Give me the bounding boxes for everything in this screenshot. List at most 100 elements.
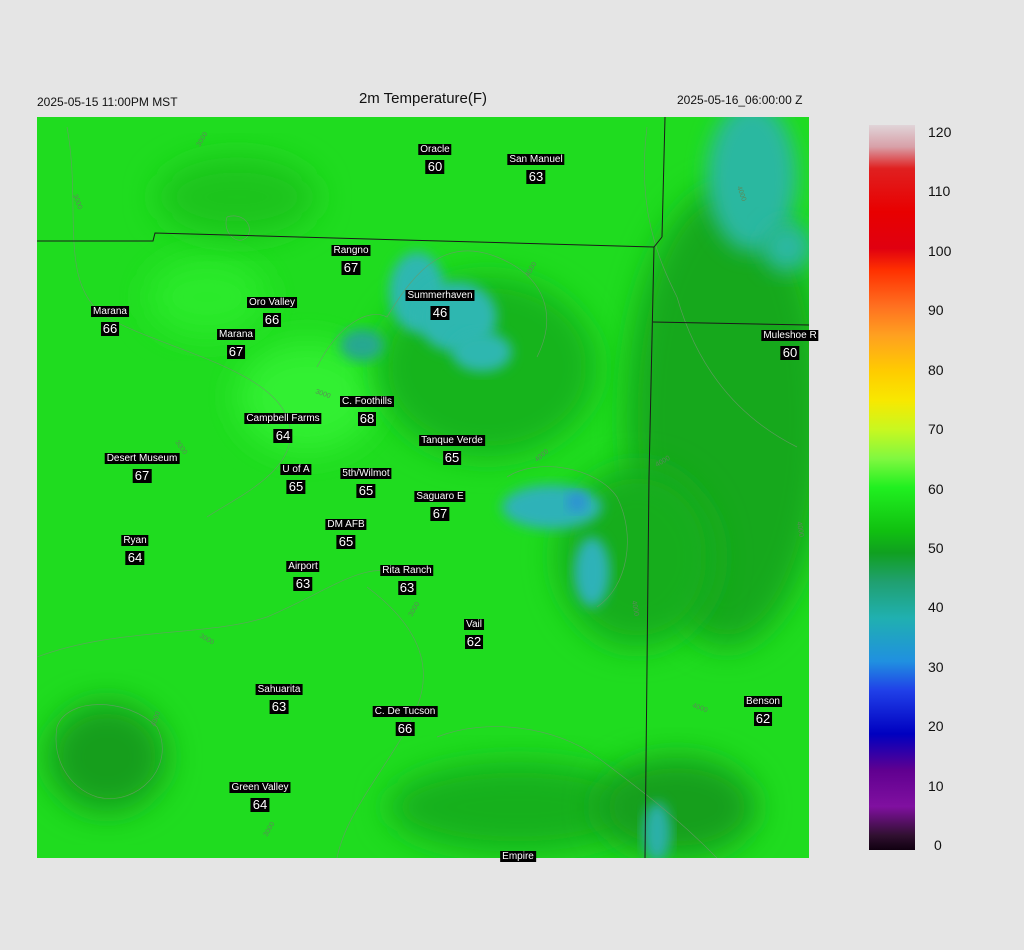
- station-name: Oracle: [418, 144, 452, 155]
- station-c-de-tucson: C. De Tucson 66: [372, 701, 438, 736]
- station-marana-west: Marana 66: [91, 301, 129, 336]
- scale-tick: 50: [928, 540, 944, 556]
- station-temp: 63: [397, 580, 417, 595]
- cool-zone: [452, 332, 512, 372]
- station-temp: 66: [262, 312, 282, 327]
- station-name: Rita Ranch: [380, 565, 434, 576]
- station-vail: Vail 62: [464, 614, 484, 649]
- color-scale-gradient: [869, 125, 915, 850]
- valid-time: 2025-05-16_06:00:00 Z: [677, 93, 803, 107]
- station-temp: 65: [286, 479, 306, 494]
- station-name: C. Foothills: [339, 396, 395, 407]
- station-temp: 64: [250, 797, 270, 812]
- station-name: Marana: [91, 306, 129, 317]
- station-name: Vail: [464, 619, 484, 630]
- station-dm-afb: DM AFB 65: [325, 514, 367, 549]
- scale-tick: 90: [928, 302, 944, 318]
- station-temp: 63: [293, 576, 313, 591]
- scale-tick: 0: [934, 837, 942, 853]
- station-rita-ranch: Rita Ranch 63: [380, 560, 434, 595]
- station-name: 5th/Wilmot: [340, 468, 392, 479]
- station-saguaro-e: Saguaro E 67: [414, 486, 466, 521]
- dark-zone: [597, 757, 757, 857]
- station-name: Tanque Verde: [419, 435, 485, 446]
- station-green-valley: Green Valley 64: [229, 777, 291, 812]
- station-name: Desert Museum: [104, 453, 180, 464]
- cold-spot: [567, 492, 587, 512]
- station-temp: 64: [273, 428, 293, 443]
- scale-tick: 100: [928, 243, 952, 259]
- cool-zone: [502, 485, 602, 529]
- station-name: C. De Tucson: [372, 706, 438, 717]
- station-temp: 63: [269, 699, 289, 714]
- station-oro-valley: Oro Valley 66: [247, 292, 297, 327]
- scale-tick: 40: [928, 599, 944, 615]
- station-5th-wilmot: 5th/Wilmot 65: [340, 463, 392, 498]
- scale-tick: 120: [928, 124, 952, 140]
- station-campbell-farms: Campbell Farms 64: [244, 408, 322, 443]
- station-name: San Manuel: [507, 154, 565, 165]
- scale-tick: 20: [928, 718, 944, 734]
- station-name: Campbell Farms: [244, 413, 322, 424]
- station-name: Saguaro E: [414, 491, 466, 502]
- station-airport: Airport 63: [286, 556, 320, 591]
- station-name: Summerhaven: [405, 290, 475, 301]
- station-c-foothills: C. Foothills 68: [339, 391, 395, 426]
- station-temp: 60: [780, 345, 800, 360]
- color-scale-bar: [869, 125, 915, 850]
- station-marana: Marana 67: [217, 324, 255, 359]
- scale-tick: 110: [928, 183, 951, 199]
- station-temp: 65: [336, 534, 356, 549]
- station-name: Airport: [286, 561, 320, 572]
- station-benson: Benson 62: [744, 691, 782, 726]
- station-temp: 67: [341, 260, 361, 275]
- station-temp: 62: [464, 634, 484, 649]
- station-ryan: Ryan 64: [121, 530, 149, 565]
- cool-zone: [340, 329, 384, 361]
- station-temp: 62: [753, 711, 773, 726]
- station-name: DM AFB: [325, 519, 367, 530]
- station-tanque-verde: Tanque Verde 65: [419, 430, 485, 465]
- station-name: U of A: [280, 464, 312, 475]
- station-summerhaven: Summerhaven 46: [405, 285, 475, 320]
- station-name: Muleshoe R: [761, 330, 819, 341]
- station-temp: 65: [442, 450, 462, 465]
- scale-tick: 60: [928, 481, 944, 497]
- station-oracle: Oracle 60: [418, 139, 452, 174]
- station-temp: 63: [526, 169, 546, 184]
- local-time: 2025-05-15 11:00PM MST: [37, 95, 178, 109]
- station-temp: 67: [226, 344, 246, 359]
- station-temp: 67: [430, 506, 450, 521]
- station-rangno: Rangno 67: [331, 240, 371, 275]
- station-temp: 66: [395, 721, 415, 736]
- station-name: Ryan: [121, 535, 149, 546]
- dark-zone: [157, 157, 317, 237]
- station-muleshoe-r: Muleshoe R 60: [761, 325, 819, 360]
- station-temp: 67: [132, 468, 152, 483]
- station-san-manuel: San Manuel 63: [507, 149, 565, 184]
- station-name: Green Valley: [229, 782, 291, 793]
- station-temp: 66: [100, 321, 120, 336]
- station-temp: 65: [356, 483, 376, 498]
- station-name: Marana: [217, 329, 255, 340]
- station-u-of-a: U of A 65: [280, 459, 312, 494]
- station-name: Sahuarita: [255, 684, 303, 695]
- station-name: Oro Valley: [247, 297, 297, 308]
- cool-zone: [574, 537, 610, 607]
- map-title: 2m Temperature(F): [358, 90, 488, 107]
- station-temp: 60: [425, 159, 445, 174]
- scale-tick: 80: [928, 362, 944, 378]
- station-name: Rangno: [331, 245, 371, 256]
- station-empire: Empire: [500, 846, 536, 864]
- dark-zone: [47, 702, 167, 812]
- temperature-map: 3000 3000 3000 3000 3000 4000 4000 3000 …: [37, 117, 819, 862]
- scale-tick: 10: [928, 778, 944, 794]
- scale-tick: 30: [928, 659, 944, 675]
- station-name: Empire: [500, 851, 536, 862]
- station-sahuarita: Sahuarita 63: [255, 679, 303, 714]
- scale-tick: 70: [928, 421, 944, 437]
- station-temp: 46: [430, 305, 450, 320]
- station-temp: 68: [357, 411, 377, 426]
- station-name: Benson: [744, 696, 782, 707]
- station-temp: 64: [125, 550, 145, 565]
